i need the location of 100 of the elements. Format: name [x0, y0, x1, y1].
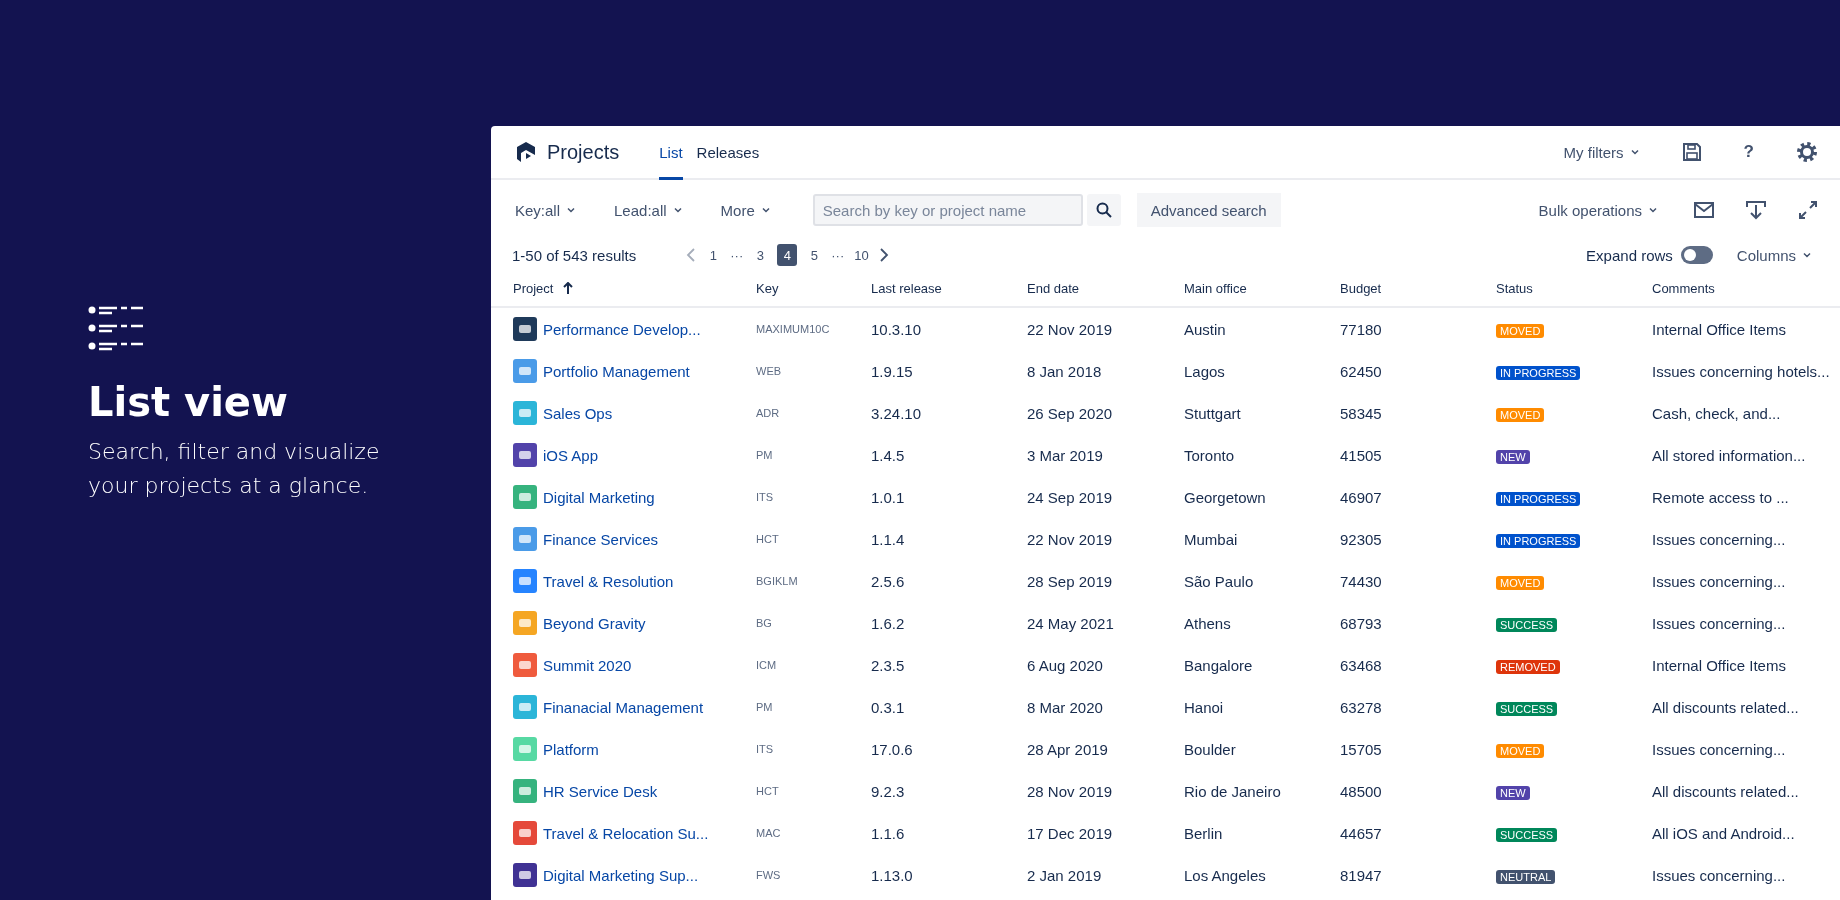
my-filters-button[interactable]: My filters: [1559, 139, 1644, 165]
project-link[interactable]: Performance Develop...: [543, 320, 701, 338]
project-link[interactable]: HR Service Desk: [543, 782, 658, 800]
table-cell-text: ITS: [756, 743, 775, 755]
table-cell-text: Cash, check, and...: [1652, 404, 1782, 422]
table-cell-text: PM: [756, 449, 774, 461]
project-link[interactable]: Travel & Relocation Su...: [543, 824, 709, 842]
table-cell-text: 41505: [1340, 446, 1383, 464]
table-cell-text: HCT: [756, 785, 780, 797]
table-cell-text: 62450: [1340, 362, 1383, 380]
search-icon: [1095, 202, 1112, 218]
table-cell-text: Remote access to ...: [1652, 488, 1790, 506]
column-header[interactable]: Last release: [871, 280, 942, 296]
table-cell-text: 77180: [1340, 320, 1383, 338]
chevron-down-icon: [760, 205, 771, 215]
table-cell-text: Issues concerning...: [1652, 572, 1787, 590]
chevron-down-icon: [566, 205, 577, 215]
project-link[interactable]: Beyond Gravity: [543, 614, 646, 632]
project-link[interactable]: Digital Marketing Sup...: [543, 866, 699, 884]
page-button[interactable]: 10: [851, 244, 872, 266]
columns-dropdown[interactable]: Columns: [1732, 242, 1816, 268]
page-ellipsis: ···: [730, 247, 744, 263]
mail-icon[interactable]: [1694, 202, 1714, 218]
column-header[interactable]: Status: [1496, 280, 1533, 296]
table-cell-text: ITS: [756, 491, 775, 503]
save-icon[interactable]: [1681, 142, 1702, 162]
table-cell-text: MAC: [756, 827, 782, 839]
table-cell-text: Bangalore: [1184, 656, 1254, 674]
project-link[interactable]: Portfolio Management: [543, 362, 690, 380]
table-cell-text: 1.1.4: [871, 530, 906, 548]
table-cell-text: 3 Mar 2019: [1027, 446, 1104, 464]
table-cell-text: Issues concerning...: [1652, 614, 1787, 632]
project-link[interactable]: iOS App: [543, 446, 599, 464]
table-cell-text: 28 Apr 2019: [1027, 740, 1109, 758]
table-cell-text: 2 Jan 2019: [1027, 866, 1103, 884]
status-lozenge: MOVED: [1496, 407, 1545, 422]
page-button[interactable]: 3: [750, 244, 771, 266]
table-cell-text: 8 Mar 2020: [1027, 698, 1104, 716]
table-cell-text: 1.0.1: [871, 488, 906, 506]
filter-dropdown[interactable]: Key:all: [511, 197, 581, 223]
sort-arrow-icon[interactable]: [563, 282, 574, 294]
table-cell-text: 26 Sep 2020: [1027, 404, 1114, 422]
view-tab[interactable]: List: [659, 126, 683, 180]
promo-subtitle: Search, filter and visualize your projects at a glance.: [88, 438, 381, 500]
help-button[interactable]: ?: [1739, 142, 1758, 162]
column-header[interactable]: Budget: [1340, 280, 1382, 296]
table-cell-text: 28 Sep 2019: [1027, 572, 1114, 590]
table-cell-text: Internal Office Items: [1652, 656, 1787, 674]
search-field[interactable]: Search by key or project name: [812, 194, 1083, 226]
column-header[interactable]: End date: [1027, 280, 1080, 296]
filter-dropdown[interactable]: Lead:all: [610, 197, 687, 223]
project-link[interactable]: Sales Ops: [543, 404, 613, 422]
expand-rows-toggle[interactable]: [1680, 246, 1713, 264]
table-cell-text: All stored information...: [1652, 446, 1807, 464]
project-link[interactable]: Digital Marketing: [543, 488, 655, 506]
project-link[interactable]: Summit 2020: [543, 656, 632, 674]
table-cell-text: 48500: [1340, 782, 1383, 800]
download-icon[interactable]: [1746, 200, 1766, 220]
page-button[interactable]: 1: [703, 244, 724, 266]
table-cell-text: 24 May 2021: [1027, 614, 1115, 632]
status-lozenge: NEW: [1496, 785, 1530, 800]
status-lozenge: MOVED: [1496, 323, 1545, 338]
project-link[interactable]: Finanacial Management: [543, 698, 704, 716]
column-header[interactable]: Main office: [1184, 280, 1247, 296]
table-cell-text: 17 Dec 2019: [1027, 824, 1114, 842]
table-cell-text: 17.0.6: [871, 740, 914, 758]
page-button[interactable]: 5: [804, 244, 825, 266]
advanced-search-button[interactable]: Advanced search: [1136, 193, 1281, 227]
next-page-icon[interactable]: [878, 248, 889, 262]
table-cell-text: Issues concerning...: [1652, 530, 1787, 548]
table-cell-text: 24 Sep 2019: [1027, 488, 1114, 506]
table-cell-text: Georgetown: [1184, 488, 1267, 506]
search-button[interactable]: [1086, 194, 1121, 226]
view-tab[interactable]: Releases: [696, 126, 760, 180]
project-link[interactable]: Travel & Resolution: [543, 572, 674, 590]
table-cell-text: BG: [756, 617, 773, 629]
column-header[interactable]: Comments: [1652, 280, 1715, 296]
table-cell-text: 1.9.15: [871, 362, 914, 380]
table-cell-text: 1.4.5: [871, 446, 906, 464]
project-link[interactable]: Platform: [543, 740, 599, 758]
status-lozenge: SUCCESS: [1496, 827, 1558, 842]
logo-icon: [515, 141, 537, 163]
table-cell-text: 28 Nov 2019: [1027, 782, 1114, 800]
filter-dropdown[interactable]: More: [716, 197, 775, 223]
table-cell-text: 1.13.0: [871, 866, 914, 884]
column-header[interactable]: Project: [513, 280, 554, 296]
table-cell-text: Internal Office Items: [1652, 320, 1787, 338]
status-lozenge: IN PROGRESS: [1496, 365, 1581, 380]
chevron-down-icon: [1648, 205, 1658, 215]
page-ellipsis: ···: [831, 247, 845, 263]
column-header[interactable]: Key: [756, 280, 779, 296]
status-lozenge: SUCCESS: [1496, 701, 1558, 716]
table-cell-text: WEB: [756, 365, 783, 377]
page-button[interactable]: 4: [777, 244, 798, 266]
app-title: Projects: [547, 140, 620, 164]
status-lozenge: MOVED: [1496, 575, 1545, 590]
expand-icon[interactable]: [1798, 200, 1818, 220]
project-link[interactable]: Finance Services: [543, 530, 659, 548]
bulk-operations-dropdown[interactable]: Bulk operations: [1534, 197, 1662, 223]
settings-icon[interactable]: [1796, 141, 1818, 163]
